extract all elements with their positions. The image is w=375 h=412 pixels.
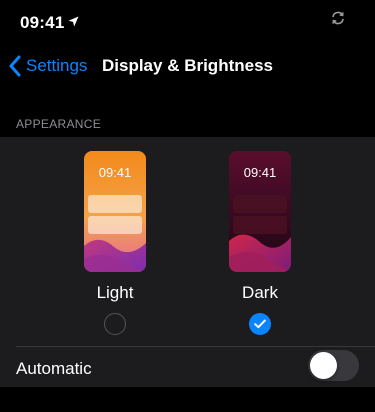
status-time-text: 09:41 — [20, 13, 65, 32]
light-option-label: Light — [96, 283, 134, 302]
sync-icon[interactable] — [330, 10, 346, 26]
separator — [16, 346, 375, 347]
appearance-group: 09:41 Light 09:41 Dark Automatic — [0, 137, 375, 387]
section-header-appearance: APPEARANCE — [16, 117, 102, 131]
toggle-knob — [310, 352, 337, 379]
light-radio-button[interactable] — [104, 313, 126, 335]
navigation-bar: Settings Display & Brightness — [0, 44, 375, 88]
page-title: Display & Brightness — [0, 56, 375, 76]
checkmark-icon — [254, 319, 266, 329]
dark-preview-time: 09:41 — [243, 165, 277, 180]
status-bar: 09:41 — [0, 0, 375, 44]
appearance-option-dark[interactable]: 09:41 Dark — [229, 151, 291, 335]
automatic-label: Automatic — [16, 359, 92, 378]
dark-option-label: Dark — [242, 283, 278, 302]
automatic-toggle[interactable] — [308, 350, 359, 381]
dark-mode-preview[interactable]: 09:41 — [229, 151, 291, 272]
light-preview-time: 09:41 — [98, 165, 132, 180]
status-time: 09:41 — [20, 12, 79, 33]
light-mode-preview[interactable]: 09:41 — [84, 151, 146, 272]
appearance-option-light[interactable]: 09:41 Light — [84, 151, 146, 335]
page-title-text: Display & Brightness — [102, 56, 273, 75]
location-arrow-icon — [68, 12, 79, 32]
dark-radio-button[interactable] — [249, 313, 271, 335]
